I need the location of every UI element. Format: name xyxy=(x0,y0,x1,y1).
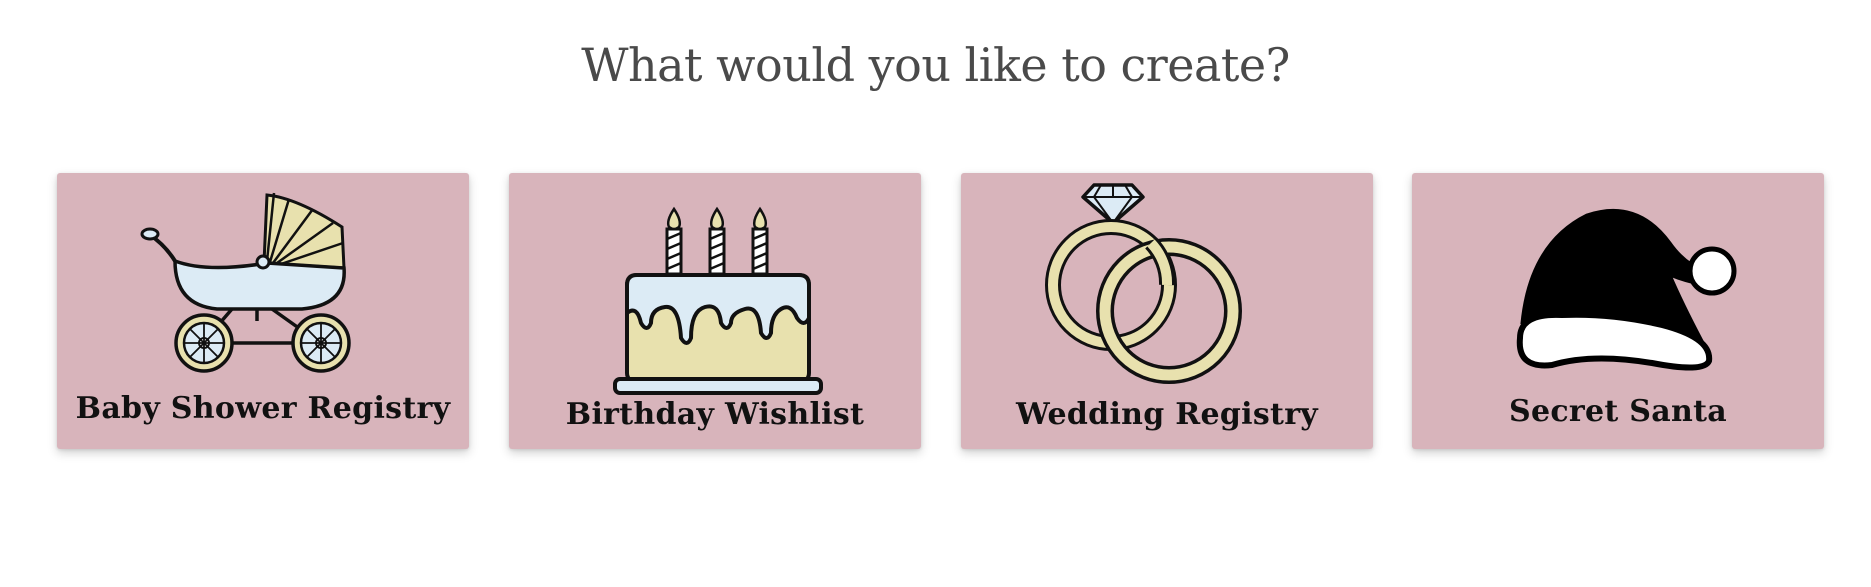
birthday-wishlist-card[interactable]: Birthday Wishlist xyxy=(509,173,921,449)
page-title: What would you like to create? xyxy=(581,38,1290,92)
card-label: Birthday Wishlist xyxy=(565,397,865,432)
card-label: Baby Shower Registry xyxy=(75,391,451,426)
create-options-grid: Baby Shower Registry Birthday Wishlist W… xyxy=(57,173,1824,449)
card-label: Secret Santa xyxy=(1508,394,1728,429)
stroller-wheel-right xyxy=(291,313,351,373)
secret-santa-card[interactable]: Secret Santa xyxy=(1412,173,1824,449)
wedding-registry-card[interactable]: Wedding Registry xyxy=(961,173,1373,449)
stroller-wheel-left xyxy=(174,313,234,373)
card-label: Wedding Registry xyxy=(1015,397,1319,432)
baby-shower-registry-card[interactable]: Baby Shower Registry xyxy=(57,173,469,449)
